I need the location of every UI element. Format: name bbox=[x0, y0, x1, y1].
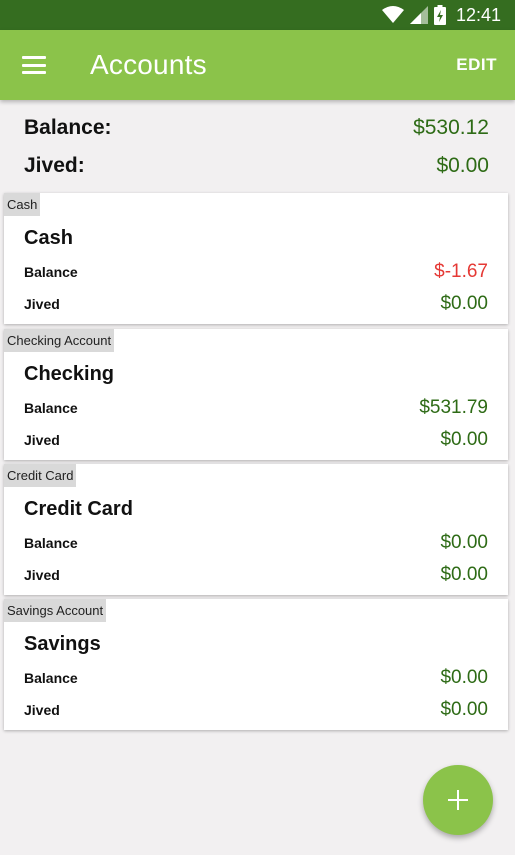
edit-button[interactable]: EDIT bbox=[456, 55, 497, 75]
account-name: Cash bbox=[24, 227, 73, 249]
accounts-screen: 12:41 Accounts EDIT Balance: $530.12 Jiv… bbox=[0, 0, 515, 855]
account-jived-row: Jived $0.00 bbox=[24, 293, 488, 315]
summary-balance-value: $530.12 bbox=[413, 116, 489, 139]
account-balance-row: Balance $0.00 bbox=[24, 667, 488, 689]
account-balance-row: Balance $-1.67 bbox=[24, 261, 488, 283]
status-bar: 12:41 bbox=[0, 0, 515, 30]
account-jived-value: $0.00 bbox=[440, 699, 488, 720]
summary-jived-value: $0.00 bbox=[436, 154, 489, 177]
account-name: Credit Card bbox=[24, 498, 133, 520]
account-jived-row: Jived $0.00 bbox=[24, 564, 488, 586]
wifi-icon bbox=[381, 6, 404, 24]
account-balance-label: Balance bbox=[24, 400, 78, 416]
account-type-tag: Savings Account bbox=[4, 599, 107, 622]
account-balance-value: $0.00 bbox=[440, 667, 488, 688]
account-jived-label: Jived bbox=[24, 567, 60, 583]
summary-balance-label: Balance: bbox=[24, 116, 112, 139]
cell-signal-icon bbox=[409, 6, 428, 24]
battery-charging-icon bbox=[433, 5, 446, 25]
account-jived-row: Jived $0.00 bbox=[24, 699, 488, 721]
account-jived-value: $0.00 bbox=[440, 429, 488, 450]
account-jived-label: Jived bbox=[24, 432, 60, 448]
account-balance-row: Balance $531.79 bbox=[24, 397, 488, 419]
account-balance-label: Balance bbox=[24, 535, 78, 551]
account-balance-row: Balance $0.00 bbox=[24, 532, 488, 554]
account-name: Savings bbox=[24, 633, 101, 655]
summary-balance-row: Balance: $530.12 bbox=[24, 116, 489, 140]
account-name: Checking bbox=[24, 363, 115, 385]
app-bar: Accounts EDIT bbox=[0, 30, 515, 100]
summary-jived-row: Jived: $0.00 bbox=[24, 154, 489, 178]
account-balance-label: Balance bbox=[24, 264, 78, 280]
account-type-tag: Cash bbox=[4, 193, 41, 216]
account-balance-value: $-1.67 bbox=[434, 261, 488, 282]
account-jived-label: Jived bbox=[24, 702, 60, 718]
account-balance-value: $0.00 bbox=[440, 532, 488, 553]
account-jived-value: $0.00 bbox=[440, 293, 488, 314]
account-type-tag: Checking Account bbox=[4, 329, 115, 352]
summary-jived-label: Jived: bbox=[24, 154, 85, 177]
account-card-credit-card[interactable]: Credit Card Credit Card Balance $0.00 Ji… bbox=[4, 464, 508, 595]
account-balance-label: Balance bbox=[24, 670, 78, 686]
page-title: Accounts bbox=[90, 49, 207, 80]
status-time: 12:41 bbox=[455, 4, 501, 25]
accounts-summary: Balance: $530.12 Jived: $0.00 bbox=[0, 100, 515, 192]
account-jived-row: Jived $0.00 bbox=[24, 429, 488, 451]
add-icon bbox=[448, 790, 468, 810]
account-card-savings[interactable]: Savings Account Savings Balance $0.00 Ji… bbox=[4, 599, 508, 730]
account-jived-value: $0.00 bbox=[440, 564, 488, 585]
account-card-checking[interactable]: Checking Account Checking Balance $531.7… bbox=[4, 329, 508, 460]
account-type-tag: Credit Card bbox=[4, 464, 77, 487]
account-jived-label: Jived bbox=[24, 296, 60, 312]
account-balance-value: $531.79 bbox=[419, 397, 488, 418]
add-account-button[interactable] bbox=[423, 765, 493, 835]
menu-icon[interactable] bbox=[22, 53, 56, 77]
account-card-cash[interactable]: Cash Cash Balance $-1.67 Jived $0.00 bbox=[4, 193, 508, 324]
